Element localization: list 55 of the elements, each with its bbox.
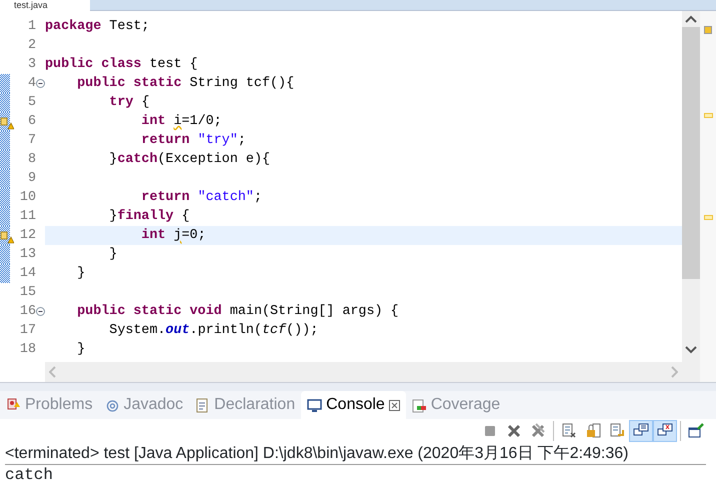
line-number: 14 xyxy=(18,265,36,283)
code-line: public static String tcf(){ xyxy=(76,75,296,93)
line-number: 18 xyxy=(18,341,36,359)
close-icon[interactable] xyxy=(388,400,400,410)
document-icon xyxy=(195,398,210,412)
code-line: System.out.println(tcf()); xyxy=(108,322,320,340)
console-output: catch xyxy=(5,465,54,486)
code-line: int i=1/0; xyxy=(140,113,223,131)
editor-tab[interactable]: test.java xyxy=(0,0,90,11)
line-number: 17 xyxy=(18,322,36,340)
panel-tab[interactable]: Declaration xyxy=(189,391,302,419)
collapse-icon[interactable] xyxy=(36,79,45,88)
line-number: 1 xyxy=(26,18,36,36)
code-line: } xyxy=(76,341,86,359)
monitor-icon xyxy=(307,398,322,412)
line-number: 7 xyxy=(26,132,36,150)
line-number: 6 xyxy=(26,113,36,131)
collapse-icon[interactable] xyxy=(36,307,45,316)
monitor-message-icon[interactable] xyxy=(629,420,653,442)
console-header: <terminated> test [Java Application] D:\jdk8\bin\javaw.exe (2020年3月16日 下午2:49:36) xyxy=(5,443,706,465)
line-number: 10 xyxy=(18,189,36,207)
line-number: 2 xyxy=(26,37,36,55)
panel-tab[interactable]: Console xyxy=(301,391,406,419)
panel-tab[interactable]: Problems xyxy=(0,391,99,419)
line-number: 5 xyxy=(26,94,36,112)
overview-marker xyxy=(704,26,712,34)
code-line: } xyxy=(108,246,118,264)
scroll-down-icon[interactable] xyxy=(685,346,697,354)
scrollbar-thumb[interactable] xyxy=(682,27,700,279)
warning-marker[interactable] xyxy=(704,215,712,220)
line-number: 9 xyxy=(26,170,36,188)
line-number: 16 xyxy=(18,303,36,321)
code-line: try { xyxy=(108,94,150,112)
line-number: 8 xyxy=(26,151,36,169)
panel-tab[interactable]: Javadoc xyxy=(98,391,190,419)
panel-tab[interactable]: Coverage xyxy=(406,391,506,419)
code-line: }catch(Exception e){ xyxy=(108,151,272,169)
code-line: public class test { xyxy=(45,56,199,74)
line-number: 3 xyxy=(26,56,36,74)
monitor-error-icon[interactable] xyxy=(653,420,677,442)
warning-marker[interactable] xyxy=(704,113,712,118)
line-number: 15 xyxy=(18,284,36,302)
coverage-icon xyxy=(412,398,427,412)
line-number: 11 xyxy=(18,208,36,226)
code-line: } xyxy=(76,265,86,283)
code-line: }finally { xyxy=(108,208,191,226)
code-line: return "try"; xyxy=(140,132,247,150)
code-line: return "catch"; xyxy=(140,189,263,207)
line-number: 12 xyxy=(18,227,36,245)
problems-icon xyxy=(6,398,21,412)
line-number: 4 xyxy=(26,75,36,93)
line-number: 13 xyxy=(18,246,36,264)
code-line: package Test; xyxy=(45,18,150,36)
code-line: public static void main(String[] args) { xyxy=(76,303,400,321)
scroll-up-icon[interactable] xyxy=(685,15,697,23)
